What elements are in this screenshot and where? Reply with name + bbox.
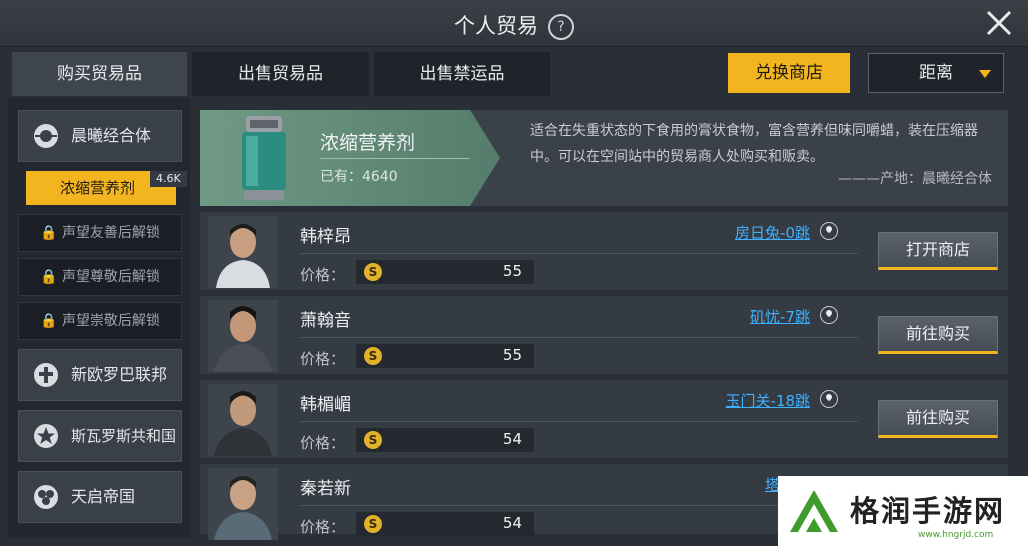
- trader-name: 秦若新: [300, 479, 351, 499]
- watermark-text: 格润手游网: [850, 494, 1006, 528]
- sidebar-faction-svaros[interactable]: 斯瓦罗斯共和国: [18, 410, 182, 462]
- product-origin: ———产地：晨曦经合体: [838, 171, 992, 187]
- price-label: 价格：: [300, 350, 346, 368]
- row-divider: [300, 253, 858, 254]
- close-icon[interactable]: [982, 6, 1016, 40]
- trader-location-link[interactable]: 矶忧-7跳: [750, 306, 810, 327]
- locked-label: 声望尊敬后解锁: [61, 269, 160, 285]
- sidebar-faction-apocalypse[interactable]: 天启帝国: [18, 471, 182, 523]
- trader-location-link[interactable]: 玉门关-18跳: [726, 390, 811, 411]
- sidebar-locked-item: 🔒 声望友善后解锁: [18, 214, 182, 252]
- locked-label: 声望崇敬后解锁: [61, 313, 160, 329]
- price-box: S 54: [356, 428, 534, 452]
- trader-portrait: [208, 300, 278, 372]
- sidebar-item-active[interactable]: 浓缩营养剂 4.6K: [26, 171, 187, 205]
- row-divider: [300, 505, 858, 506]
- nutrient-canister-icon: [242, 116, 286, 200]
- faction-sidebar: 晨曦经合体 浓缩营养剂 4.6K 🔒 声望友善后解锁 🔒 声望尊敬后解锁 🔒 声…: [8, 98, 190, 538]
- sidebar-locked-item: 🔒 声望崇敬后解锁: [18, 302, 182, 340]
- sidebar-faction-label: 新欧罗巴联邦: [71, 365, 168, 384]
- chevron-down-icon: [979, 70, 991, 78]
- exchange-shop-button[interactable]: 兑换商店: [728, 53, 850, 93]
- price-value: 54: [502, 514, 522, 532]
- price-value: 54: [502, 430, 522, 448]
- credit-coin-icon: S: [364, 347, 382, 365]
- watermark-logo-icon: [790, 490, 838, 532]
- row-divider: [300, 421, 858, 422]
- owned-count: 已有：4640: [320, 169, 398, 185]
- open-shop-button[interactable]: 打开商店: [878, 232, 998, 270]
- trader-portrait: [208, 216, 278, 288]
- price-value: 55: [502, 262, 522, 280]
- credit-coin-icon: S: [364, 263, 382, 281]
- trader-name: 韩楣嵋: [300, 395, 351, 415]
- credit-coin-icon: S: [364, 431, 382, 449]
- credit-coin-icon: S: [364, 515, 382, 533]
- trader-portrait: [208, 384, 278, 456]
- price-value: 55: [502, 346, 522, 364]
- product-name: 浓缩营养剂: [320, 132, 416, 154]
- product-divider: [320, 158, 470, 159]
- quantity-badge: 4.6K: [150, 171, 187, 187]
- faction-star-icon: [34, 424, 58, 448]
- tab-buy-goods[interactable]: 购买贸易品: [12, 52, 187, 96]
- trader-location-link[interactable]: 房日兔-0跳: [735, 222, 810, 243]
- price-label: 价格：: [300, 434, 346, 452]
- trader-row: 萧翰音 矶忧-7跳 价格： S 55 前往购买: [200, 296, 1008, 374]
- sidebar-locked-item: 🔒 声望尊敬后解锁: [18, 258, 182, 296]
- tab-sell-goods[interactable]: 出售贸易品: [192, 52, 369, 96]
- product-description: 适合在失重状态的下食用的膏状食物，富含营养但味同嚼蜡，装在压缩器中。可以在空间站…: [530, 123, 978, 165]
- price-box: S 54: [356, 512, 534, 536]
- location-pin-icon[interactable]: [820, 222, 838, 240]
- trader-row: 韩梓昂 房日兔-0跳 价格： S 55 打开商店: [200, 212, 1008, 290]
- watermark-url: www.hngrjd.com: [918, 530, 994, 540]
- trader-name: 韩梓昂: [300, 227, 351, 247]
- product-info-panel: 浓缩营养剂 已有：4640 适合在失重状态的下食用的膏状食物，富含营养但味同嚼蜡…: [200, 110, 1008, 206]
- window-title-text: 个人贸易: [454, 14, 538, 38]
- trader-row: 韩楣嵋 玉门关-18跳 价格： S 54 前往购买: [200, 380, 1008, 458]
- sidebar-item-label: 浓缩营养剂: [60, 179, 136, 197]
- sidebar-faction-label: 斯瓦罗斯共和国: [71, 427, 177, 445]
- location-pin-icon[interactable]: [820, 306, 838, 324]
- faction-orb-icon: [34, 124, 58, 148]
- title-bar: 个人贸易?: [0, 0, 1028, 47]
- sidebar-faction-europa[interactable]: 新欧罗巴联邦: [18, 349, 182, 401]
- faction-circles-icon: [34, 485, 58, 509]
- sidebar-faction-morning[interactable]: 晨曦经合体: [18, 110, 182, 162]
- price-box: S 55: [356, 344, 534, 368]
- go-buy-button[interactable]: 前往购买: [878, 400, 998, 438]
- trader-portrait: [208, 468, 278, 540]
- row-divider: [300, 337, 858, 338]
- sidebar-faction-label: 晨曦经合体: [71, 126, 152, 145]
- go-buy-button[interactable]: 前往购买: [878, 316, 998, 354]
- sort-dropdown-label: 距离: [919, 63, 953, 83]
- price-label: 价格：: [300, 518, 346, 536]
- sidebar-faction-label: 天启帝国: [71, 487, 136, 506]
- locked-label: 声望友善后解锁: [61, 225, 160, 241]
- sort-dropdown[interactable]: 距离: [868, 53, 1004, 93]
- watermark: 格润手游网 www.hngrjd.com: [778, 476, 1028, 546]
- price-box: S 55: [356, 260, 534, 284]
- price-label: 价格：: [300, 266, 346, 284]
- tab-sell-contraband[interactable]: 出售禁运品: [374, 52, 550, 96]
- faction-cross-icon: [34, 363, 58, 387]
- location-pin-icon[interactable]: [820, 390, 838, 408]
- trader-name: 萧翰音: [300, 311, 351, 331]
- question-icon[interactable]: ?: [548, 14, 574, 40]
- window-title: 个人贸易?: [0, 10, 1028, 40]
